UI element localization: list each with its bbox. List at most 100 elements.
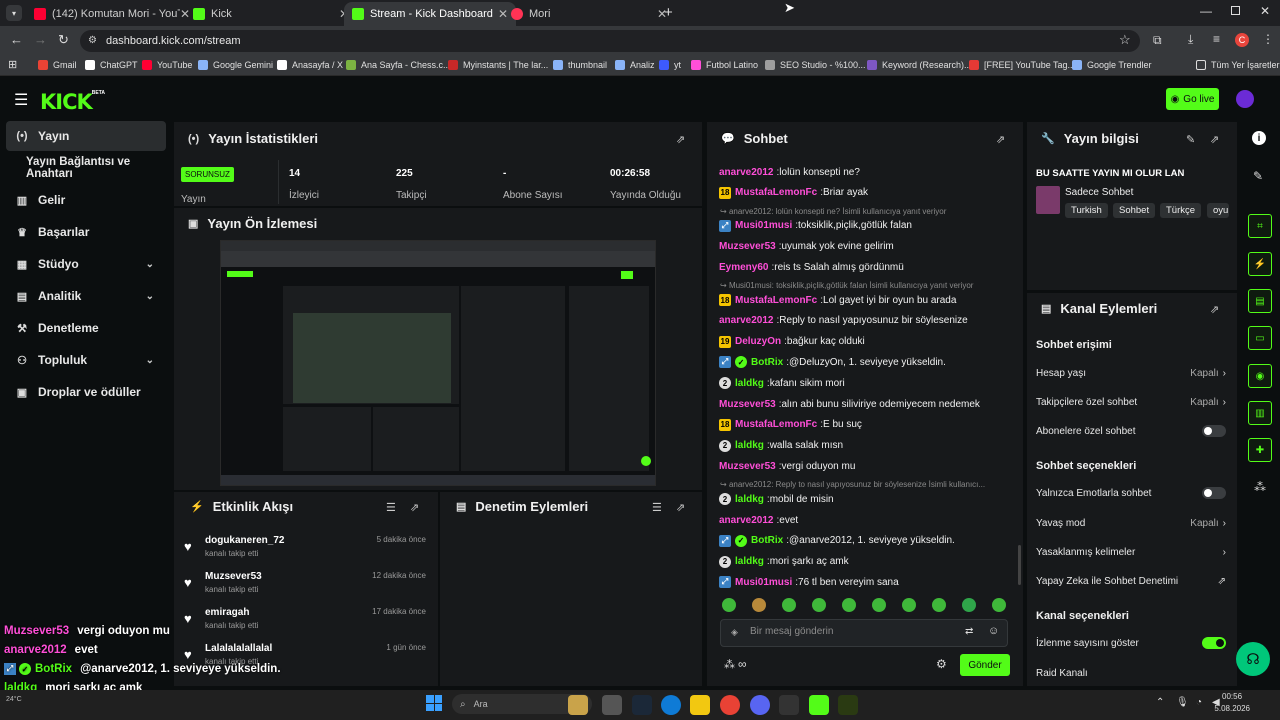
bookmark-item[interactable]: yt: [659, 58, 681, 72]
discord-icon[interactable]: [750, 695, 770, 715]
bookmark-item[interactable]: Anasayfa / X: [277, 58, 343, 72]
infinity-icon[interactable]: ∞: [738, 657, 747, 671]
bookmark-item[interactable]: Analiz: [615, 58, 655, 72]
all-bookmarks-button[interactable]: Tüm Yer İşaretleri: [1196, 58, 1280, 72]
stream-preview-video[interactable]: [220, 240, 656, 486]
edge-icon[interactable]: [661, 695, 681, 715]
sidebar-item-6[interactable]: ⚒ Denetleme: [6, 313, 166, 343]
tray-chevron-icon[interactable]: ⌃: [1156, 697, 1164, 708]
filter-icon[interactable]: ☰: [652, 501, 662, 514]
sidebar-item-2[interactable]: ▥ Gelir: [6, 185, 166, 215]
stream-tag[interactable]: Turkish: [1065, 203, 1108, 218]
media-control-icon[interactable]: ≡: [1213, 32, 1220, 46]
sidebar-item-7[interactable]: ⚇ Topluluk ⌄: [6, 345, 166, 375]
banned-words-row[interactable]: Yasaklanmış kelimeler ›: [1036, 543, 1226, 561]
browser-tab-youtube[interactable]: (142) Komutan Mori - YouTube ✕: [26, 2, 198, 26]
emote-icon[interactable]: [992, 598, 1006, 612]
emote-icon[interactable]: [812, 598, 826, 612]
kick-logo[interactable]: KICKBETA: [40, 90, 105, 114]
account-age-row[interactable]: Hesap yaşı Kapalı ›: [1036, 364, 1226, 382]
emote-only-toggle[interactable]: [1202, 487, 1226, 499]
emote-picker-icon[interactable]: ⁂: [724, 658, 735, 671]
bookmark-item[interactable]: Ana Sayfa - Chess.c...: [346, 58, 451, 72]
stream-tag[interactable]: Türkçe: [1160, 203, 1202, 218]
bookmark-item[interactable]: thumbnail: [553, 58, 607, 72]
emote-icon[interactable]: [782, 598, 796, 612]
chat-username[interactable]: MustafaLemonFc: [735, 419, 817, 430]
bookmark-item[interactable]: YouTube: [142, 58, 192, 72]
nvidia-icon[interactable]: [838, 695, 858, 715]
support-headset-icon[interactable]: ☊: [1236, 642, 1270, 676]
popout-icon[interactable]: ⇗: [1210, 303, 1219, 316]
follower-only-row[interactable]: Takipçilere özel sohbet Kapalı ›: [1036, 393, 1226, 411]
chat-username[interactable]: MustafaLemonFc: [735, 295, 817, 306]
forward-icon[interactable]: →: [34, 32, 47, 47]
emote-icon[interactable]: [902, 598, 916, 612]
lightning-icon[interactable]: ⚡: [1248, 252, 1272, 276]
browser-tab-kick[interactable]: Kick ✕: [185, 2, 357, 26]
browser-tab-dashboard[interactable]: Stream - Kick Dashboard ✕: [344, 2, 516, 26]
bookmark-item[interactable]: Google Gemini: [198, 58, 273, 72]
emoji-icon[interactable]: ☺: [988, 625, 999, 637]
steam-icon[interactable]: [632, 695, 652, 715]
chat-username[interactable]: anarve2012: [719, 315, 774, 326]
stack-icon[interactable]: ▥: [1248, 401, 1272, 425]
translate-icon[interactable]: ⇄: [965, 626, 973, 637]
subscriber-only-toggle[interactable]: [1202, 425, 1226, 437]
bookmark-item[interactable]: Gmail: [38, 58, 77, 72]
extensions-icon[interactable]: ⧉: [1153, 33, 1162, 48]
windows-start-icon[interactable]: [426, 695, 442, 711]
clipboard-icon[interactable]: ▤: [1248, 289, 1272, 313]
maximize-icon[interactable]: [1231, 6, 1240, 15]
bookmark-item[interactable]: Futbol Latino: [691, 58, 758, 72]
emote-icon[interactable]: [722, 598, 736, 612]
star-icon[interactable]: ☆: [1119, 32, 1131, 48]
sidebar-item-1[interactable]: Yayın Bağlantısı ve Anahtarı: [6, 153, 166, 183]
chat-username[interactable]: BotRix: [751, 357, 783, 368]
chrome-icon[interactable]: [720, 695, 740, 715]
popout-icon[interactable]: ⇗: [410, 501, 419, 514]
chat-username[interactable]: Eymeny60: [719, 262, 768, 273]
filter-icon[interactable]: ☰: [386, 501, 396, 514]
chat-username[interactable]: laldkg: [735, 494, 764, 505]
hamburger-menu-icon[interactable]: ☰: [14, 90, 28, 110]
wrench-icon[interactable]: ✚: [1248, 438, 1272, 462]
chat-username[interactable]: anarve2012: [719, 515, 774, 526]
url-field[interactable]: dashboard.kick.com/stream: [80, 30, 1140, 52]
close-window-icon[interactable]: ✕: [1260, 4, 1270, 18]
clock-date[interactable]: 5.08.2026: [1214, 704, 1250, 713]
edit-pencil-icon[interactable]: ✎: [1186, 133, 1195, 146]
go-live-button[interactable]: ◉ Go live: [1166, 88, 1219, 110]
info-icon[interactable]: i: [1252, 131, 1266, 145]
chat-username[interactable]: Musi01musi: [735, 220, 792, 231]
raid-channel-row[interactable]: Raid Kanalı: [1036, 664, 1226, 682]
kick-app-icon[interactable]: [809, 695, 829, 715]
profile-avatar[interactable]: C: [1235, 33, 1249, 47]
chat-bubble-icon[interactable]: ▭: [1248, 326, 1272, 350]
emote-icon[interactable]: [752, 598, 766, 612]
stream-tag[interactable]: Sohbet: [1113, 203, 1156, 218]
clock-time[interactable]: 00:56: [1222, 692, 1242, 701]
bookmark-item[interactable]: [FREE] YouTube Tag...: [969, 58, 1075, 72]
chat-username[interactable]: BotRix: [751, 535, 783, 546]
mic-icon[interactable]: 🎙: [1176, 697, 1189, 708]
chat-username[interactable]: Muzsever53: [719, 399, 776, 410]
chat-username[interactable]: laldkg: [735, 556, 764, 567]
popout-icon[interactable]: ⇗: [1210, 133, 1219, 146]
show-viewers-toggle[interactable]: [1202, 637, 1226, 649]
emote-icon[interactable]: [962, 598, 976, 612]
task-view-icon[interactable]: [602, 695, 622, 715]
popout-icon[interactable]: ⇗: [996, 133, 1005, 146]
chat-scrollbar[interactable]: [1018, 545, 1021, 585]
emote-icon[interactable]: [932, 598, 946, 612]
site-settings-icon[interactable]: ⚙: [88, 35, 97, 46]
apps-grid-icon[interactable]: ⊞: [8, 58, 17, 71]
bookmark-item[interactable]: SEO Studio - %100...: [765, 58, 866, 72]
user-avatar[interactable]: [1236, 90, 1254, 108]
emote-icon[interactable]: [872, 598, 886, 612]
chat-username[interactable]: laldkg: [735, 440, 764, 451]
settings-gear-icon[interactable]: ⚙: [936, 657, 947, 671]
minimize-icon[interactable]: —: [1200, 4, 1212, 18]
epic-games-icon[interactable]: [779, 695, 799, 715]
bookmark-item[interactable]: Keyword (Research)...: [867, 58, 972, 72]
